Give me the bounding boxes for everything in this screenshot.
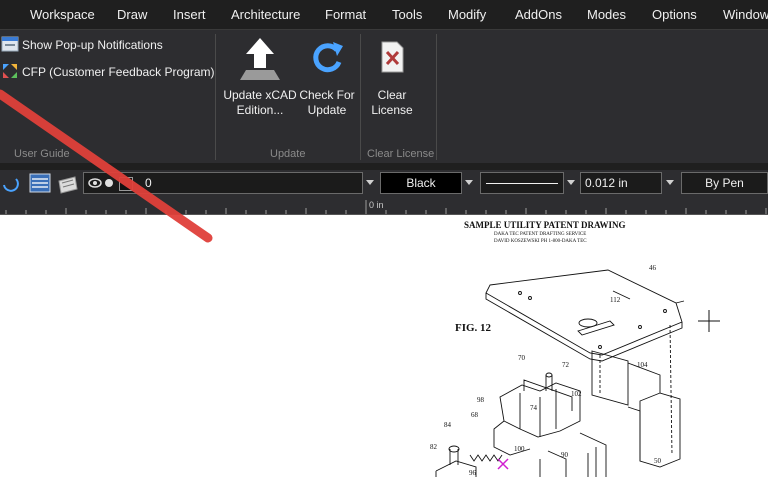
- menu-modify[interactable]: Modify: [448, 7, 486, 22]
- undo-icon[interactable]: [0, 173, 20, 195]
- lineweight-dropdown-arrow-icon[interactable]: [666, 180, 674, 185]
- ref-number: 98: [477, 396, 484, 404]
- update-group-label: Update: [270, 148, 306, 160]
- layer-dropdown-arrow-icon[interactable]: [366, 180, 374, 185]
- snap-marker-icon: [497, 458, 509, 470]
- pen-select[interactable]: By Pen: [681, 172, 768, 194]
- linetype-dropdown-arrow-icon[interactable]: [567, 180, 575, 185]
- update-label-line2: Edition...: [236, 103, 284, 117]
- show-popup-notifications-button[interactable]: Show Pop-up Notifications: [0, 35, 210, 55]
- ref-number: 82: [430, 443, 437, 451]
- ref-number: 100: [514, 445, 525, 453]
- cfp-label: CFP (Customer Feedback Program): [22, 65, 215, 79]
- horizontal-ruler: 0 in: [0, 198, 768, 215]
- show-popup-notifications-label: Show Pop-up Notifications: [22, 38, 163, 52]
- lineweight-value: 0.012 in: [585, 176, 628, 190]
- ref-number: 96: [469, 469, 476, 477]
- crosshair-cursor-icon: [698, 310, 720, 332]
- color-dropdown-arrow-icon[interactable]: [465, 180, 473, 185]
- menu-window[interactable]: Window: [723, 7, 768, 22]
- menu-tools[interactable]: Tools: [392, 7, 422, 22]
- ref-number: 84: [444, 421, 451, 429]
- menu-format[interactable]: Format: [325, 7, 366, 22]
- menu-workspace[interactable]: Workspace: [30, 7, 95, 22]
- ref-number: 90: [561, 451, 568, 459]
- layer-manager-icon[interactable]: [29, 173, 51, 195]
- ribbon-separator: [360, 34, 361, 160]
- patent-drawing: [435, 269, 720, 477]
- linetype-preview: [486, 183, 558, 184]
- layer-state-icon[interactable]: [57, 173, 79, 195]
- ref-number: 112: [610, 296, 621, 304]
- properties-bar: 0 Black 0.012 in By Pen: [0, 170, 768, 198]
- drawing-canvas[interactable]: SAMPLE UTILITY PATENT DRAWING DAKA TEC P…: [0, 215, 768, 477]
- user-guide-group-label: User Guide: [14, 148, 70, 160]
- layer-value: 0: [145, 176, 152, 190]
- eye-icon: [88, 178, 102, 188]
- ref-number: 46: [649, 264, 656, 272]
- color-value: Black: [406, 176, 436, 190]
- ruler-ticks: [5, 200, 767, 214]
- pen-value: By Pen: [705, 176, 744, 190]
- feedback-arrows-icon: [3, 64, 17, 78]
- clear-license-group-label: Clear License: [367, 148, 435, 160]
- ruler-origin-label: 0 in: [369, 200, 384, 210]
- check-label-line1: Check For: [299, 88, 355, 102]
- ribbon: Show Pop-up Notifications CFP (Customer …: [0, 29, 768, 164]
- check-for-update-button[interactable]: Check For Update: [299, 36, 355, 118]
- ref-number: 102: [571, 390, 582, 398]
- notification-window-icon: [1, 36, 19, 52]
- menu-draw[interactable]: Draw: [117, 7, 147, 22]
- ribbon-separator: [436, 34, 437, 160]
- update-label-line1: Update xCAD: [223, 88, 297, 102]
- ref-number: 74: [530, 404, 537, 412]
- menu-insert[interactable]: Insert: [173, 7, 206, 22]
- ribbon-separator: [215, 34, 216, 160]
- license-document-icon: [381, 41, 404, 73]
- layer-select[interactable]: 0: [83, 172, 363, 194]
- linetype-select[interactable]: [480, 172, 564, 194]
- menu-bar: Workspace Draw Insert Architecture Forma…: [0, 0, 768, 29]
- layer-color-swatch: [119, 177, 133, 191]
- clear-label-line1: Clear: [377, 88, 407, 102]
- ref-number: 72: [562, 361, 569, 369]
- menu-options[interactable]: Options: [652, 7, 697, 22]
- menu-architecture[interactable]: Architecture: [231, 7, 300, 22]
- menu-modes[interactable]: Modes: [587, 7, 626, 22]
- clear-label-line2: License: [371, 103, 413, 117]
- menu-addons[interactable]: AddOns: [515, 7, 562, 22]
- lineweight-select[interactable]: 0.012 in: [580, 172, 662, 194]
- layer-on-icon: [105, 179, 113, 187]
- clear-license-button[interactable]: Clear License: [365, 36, 419, 118]
- check-label-line2: Update: [307, 103, 347, 117]
- update-xcad-edition-button[interactable]: Update xCAD Edition...: [221, 36, 299, 118]
- color-select[interactable]: Black: [380, 172, 462, 194]
- toolbar-gap: [0, 163, 768, 170]
- ref-number: 50: [654, 457, 661, 465]
- ref-number: 70: [518, 354, 525, 362]
- upload-arrow-icon: [240, 38, 280, 80]
- ref-number: 68: [471, 411, 478, 419]
- cfp-button[interactable]: CFP (Customer Feedback Program): [0, 61, 215, 81]
- refresh-icon: [313, 42, 343, 73]
- ref-number: 104: [637, 361, 648, 369]
